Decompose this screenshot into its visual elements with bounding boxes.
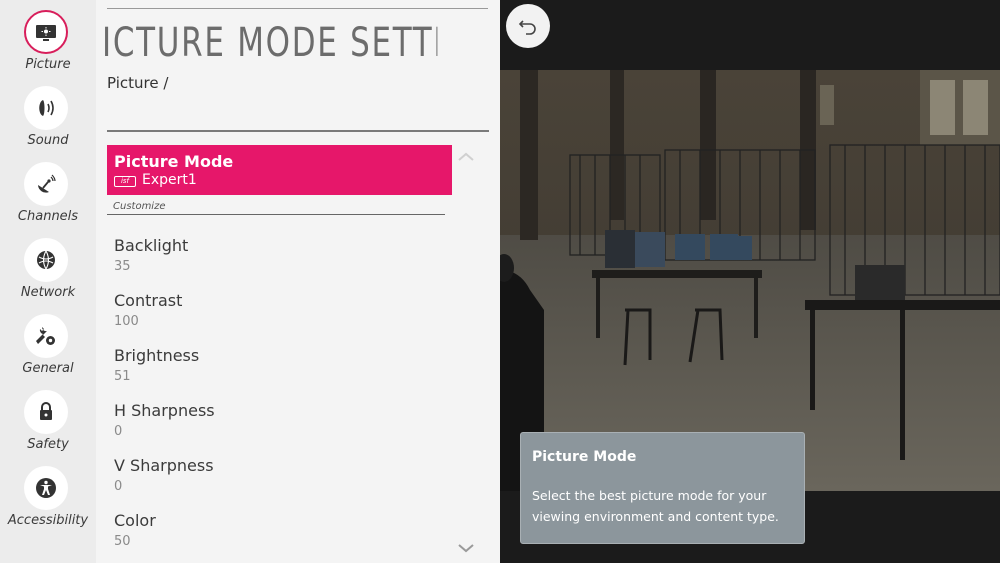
- setting-value: 0: [114, 479, 123, 494]
- chevron-down-icon[interactable]: [456, 541, 476, 555]
- setting-value: 51: [114, 369, 131, 384]
- preview-image: [500, 70, 1000, 491]
- isf-badge-icon: isf: [114, 176, 136, 187]
- title-top-rule: [107, 8, 488, 9]
- category-safety[interactable]: Safety: [0, 380, 96, 456]
- breadcrumb: Picture /: [107, 74, 169, 92]
- setting-label: H Sharpness: [114, 401, 215, 420]
- category-label: General: [22, 361, 74, 376]
- category-channels[interactable]: Channels: [0, 152, 96, 228]
- setting-color[interactable]: Color 50: [107, 511, 447, 559]
- header-divider: [107, 130, 489, 132]
- setting-label: Backlight: [114, 236, 189, 255]
- setting-label: Contrast: [114, 291, 183, 310]
- setting-v-sharpness[interactable]: V Sharpness 0: [107, 456, 447, 504]
- setting-value: 50: [114, 534, 131, 549]
- category-label: Sound: [27, 133, 69, 148]
- sound-icon: [24, 86, 68, 130]
- category-label: Channels: [17, 209, 79, 224]
- setting-label: Brightness: [114, 346, 200, 365]
- back-arrow-icon: [518, 20, 536, 35]
- category-label: Accessibility: [7, 513, 89, 528]
- chevron-up-icon[interactable]: [456, 150, 476, 164]
- category-accessibility[interactable]: Accessibility: [0, 456, 96, 532]
- general-icon: [24, 314, 68, 358]
- section-label: Customize: [113, 201, 166, 212]
- accessibility-icon: [24, 466, 68, 510]
- info-text: Select the best picture mode for your vi…: [532, 488, 779, 524]
- network-icon: [24, 238, 68, 282]
- picture-icon: [24, 10, 68, 54]
- setting-label: V Sharpness: [114, 456, 214, 475]
- category-general[interactable]: General: [0, 304, 96, 380]
- setting-contrast[interactable]: Contrast 100: [107, 291, 447, 339]
- category-label: Picture: [25, 57, 71, 72]
- setting-label: Color: [114, 511, 156, 530]
- picture-mode-selector[interactable]: Picture Mode isf Expert1: [107, 145, 452, 195]
- section-divider: [107, 214, 445, 215]
- category-sound[interactable]: Sound: [0, 76, 96, 152]
- back-button[interactable]: [506, 4, 550, 48]
- settings-category-rail: Picture Sound Channels Network General S…: [0, 0, 96, 563]
- category-network[interactable]: Network: [0, 228, 96, 304]
- category-label: Network: [20, 285, 76, 300]
- settings-panel: ICTURE MODE SETTING Picture / Picture Mo…: [96, 0, 500, 563]
- picture-mode-value: Expert1: [142, 172, 197, 188]
- channels-icon: [24, 162, 68, 206]
- setting-value: 35: [114, 259, 131, 274]
- picture-mode-label: Picture Mode: [114, 152, 234, 171]
- safety-icon: [24, 390, 68, 434]
- setting-h-sharpness[interactable]: H Sharpness 0: [107, 401, 447, 449]
- setting-value: 100: [114, 314, 139, 329]
- category-label: Safety: [27, 437, 69, 452]
- setting-brightness[interactable]: Brightness 51: [107, 346, 447, 394]
- info-title: Picture Mode: [532, 449, 637, 465]
- page-title: ICTURE MODE SETTING: [102, 20, 437, 66]
- category-picture[interactable]: Picture: [0, 0, 96, 76]
- info-tooltip: Picture Mode Select the best picture mod…: [520, 432, 805, 544]
- setting-backlight[interactable]: Backlight 35: [107, 236, 447, 284]
- setting-value: 0: [114, 424, 123, 439]
